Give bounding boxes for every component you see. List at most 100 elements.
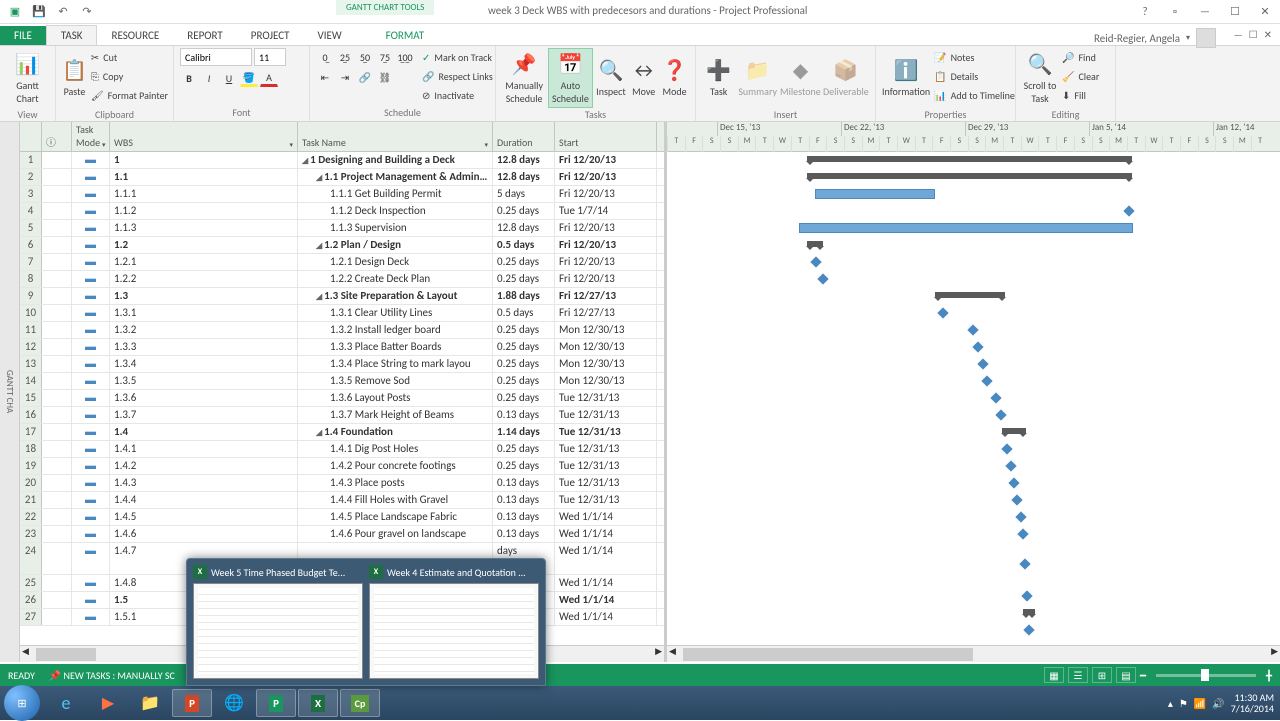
col-mode[interactable]: Task Mode▾ xyxy=(72,122,110,151)
mdi-close[interactable]: ✕ xyxy=(1264,28,1272,41)
tray-up-icon[interactable]: ▴ xyxy=(1168,697,1173,710)
taskbar-project[interactable]: P xyxy=(256,689,296,717)
bold-button[interactable]: B xyxy=(180,69,198,87)
table-row[interactable]: 10▬1.3.11.3.1 Clear Utility Lines0.5 day… xyxy=(20,305,664,322)
table-row[interactable]: 11▬1.3.21.3.2 Install ledger board0.25 d… xyxy=(20,322,664,339)
indent-button[interactable]: ⇥ xyxy=(336,68,354,86)
gbar-25[interactable] xyxy=(1021,590,1032,601)
gbar-12[interactable] xyxy=(972,341,983,352)
table-row[interactable]: 23▬1.4.61.4.6 Pour gravel on landscape0.… xyxy=(20,526,664,543)
auto-schedule-button[interactable]: 📅Auto Schedule xyxy=(548,48,592,108)
col-duration[interactable]: Duration xyxy=(493,122,555,151)
clear-button[interactable]: 🧹Clear xyxy=(1060,67,1101,85)
table-row[interactable]: 17▬1.4◢1.4 Foundation1.14 daysTue 12/31/… xyxy=(20,424,664,441)
gantt-hscrollbar[interactable]: ◀ ▶ xyxy=(667,645,1280,662)
view-gantt-button[interactable]: ▦ xyxy=(1044,667,1064,683)
pct0-button[interactable]: 0̲ xyxy=(316,48,334,66)
save-button[interactable]: 💾 xyxy=(28,1,50,23)
table-row[interactable]: 18▬1.4.11.4.1 Dig Post Holes0.25 daysTue… xyxy=(20,441,664,458)
gbar-summary-6[interactable] xyxy=(807,241,823,247)
format-painter-button[interactable]: 🖌Format Painter xyxy=(89,86,170,104)
inspect-button[interactable]: 🔍Inspect xyxy=(595,48,628,108)
col-wbs[interactable]: WBS▾ xyxy=(110,122,298,151)
table-row[interactable]: 9▬1.3◢1.3 Site Preparation & Layout1.88 … xyxy=(20,288,664,305)
information-button[interactable]: ℹ️Information xyxy=(882,48,930,108)
table-row[interactable]: 15▬1.3.61.3.6 Layout Posts0.25 daysTue 1… xyxy=(20,390,664,407)
taskbar-powerpoint[interactable]: P xyxy=(172,689,212,717)
italic-button[interactable]: I xyxy=(200,69,218,87)
tab-file[interactable]: FILE xyxy=(0,26,46,45)
thumb-item-2[interactable]: XWeek 4 Estimate and Quotation ... xyxy=(369,565,539,679)
col-start[interactable]: Start xyxy=(555,122,657,151)
gbar-5[interactable] xyxy=(799,223,1133,233)
gbar-11[interactable] xyxy=(967,324,978,335)
table-row[interactable]: 4▬1.1.21.1.2 Deck Inspection0.25 daysTue… xyxy=(20,203,664,220)
status-newtasks[interactable]: 📌 NEW TASKS : MANUALLY SC xyxy=(49,669,175,682)
respect-links-button[interactable]: 🔗Respect Links xyxy=(420,67,495,85)
table-row[interactable]: 8▬1.2.21.2.2 Create Deck Plan0.25 daysFr… xyxy=(20,271,664,288)
table-row[interactable]: 16▬1.3.71.3.7 Mark Height of Beams0.13 d… xyxy=(20,407,664,424)
add-timeline-button[interactable]: 📊Add to Timeline xyxy=(932,86,1017,104)
table-row[interactable]: 6▬1.2◢1.2 Plan / Design0.5 daysFri 12/20… xyxy=(20,237,664,254)
scroll-to-task-button[interactable]: 🔍Scroll to Task xyxy=(1022,48,1058,108)
gbar-13[interactable] xyxy=(977,358,988,369)
table-row[interactable]: 14▬1.3.51.3.5 Remove Sod0.25 daysMon 12/… xyxy=(20,373,664,390)
gbar-summary-17[interactable] xyxy=(1002,428,1026,434)
table-row[interactable]: 1▬1◢1 Designing and Building a Deck12.8 … xyxy=(20,152,664,169)
taskbar-captivate[interactable]: Cp xyxy=(340,689,380,717)
manually-schedule-button[interactable]: 📌Manually Schedule xyxy=(502,48,546,108)
gbar-21[interactable] xyxy=(1011,494,1022,505)
copy-button[interactable]: ⎘Copy xyxy=(89,67,170,85)
col-info[interactable]: ⓘ xyxy=(42,122,72,151)
summary-button[interactable]: 📁Summary xyxy=(737,48,778,108)
gbar-16[interactable] xyxy=(995,409,1006,420)
gbar-23[interactable] xyxy=(1017,528,1028,539)
gbar-8[interactable] xyxy=(817,273,828,284)
task-button[interactable]: ➕Task xyxy=(702,48,735,108)
view-calendar-button[interactable]: ▤ xyxy=(1116,667,1136,683)
gbar-summary-1[interactable] xyxy=(807,156,1132,162)
pct25-button[interactable]: 2̲5 xyxy=(336,48,354,66)
table-row[interactable]: 7▬1.2.11.2.1 Design Deck0.25 daysFri 12/… xyxy=(20,254,664,271)
project-icon[interactable]: ▣ xyxy=(4,1,26,23)
gbar-3[interactable] xyxy=(815,189,935,199)
deliverable-button[interactable]: 📦Deliverable xyxy=(823,48,869,108)
details-button[interactable]: 📋Details xyxy=(932,67,1017,85)
pct50-button[interactable]: 5̲0 xyxy=(356,48,374,66)
help-button[interactable]: ? xyxy=(1130,0,1160,22)
tab-task[interactable]: TASK xyxy=(46,25,98,45)
gbar-24[interactable] xyxy=(1019,558,1030,569)
tab-resource[interactable]: RESOURCE xyxy=(97,26,173,45)
unlink-button[interactable]: ⛓ xyxy=(376,68,394,86)
close-button[interactable]: ✕ xyxy=(1250,0,1280,22)
gbar-27[interactable] xyxy=(1023,624,1034,635)
mdi-minimize[interactable]: — xyxy=(1234,28,1243,41)
tray-clock[interactable]: 11:30 AM7/16/2014 xyxy=(1231,692,1274,714)
gbar-summary-9[interactable] xyxy=(935,292,1005,298)
mdi-restore[interactable]: ☐ xyxy=(1249,28,1258,41)
taskbar-chrome[interactable]: 🌐 xyxy=(214,689,254,717)
find-button[interactable]: 🔎Find xyxy=(1060,48,1101,66)
gbar-19[interactable] xyxy=(1005,460,1016,471)
table-row[interactable]: 13▬1.3.41.3.4 Place String to mark layou… xyxy=(20,356,664,373)
table-row[interactable]: 19▬1.4.21.4.2 Pour concrete footings0.25… xyxy=(20,458,664,475)
gantt-chart-button[interactable]: 📊Gantt Chart xyxy=(6,48,49,108)
tab-view[interactable]: VIEW xyxy=(303,26,355,45)
start-button[interactable]: ⊞ xyxy=(4,685,40,721)
tray-flag-icon[interactable]: ⚑ xyxy=(1179,697,1188,710)
table-row[interactable]: 12▬1.3.31.3.3 Place Batter Boards0.25 da… xyxy=(20,339,664,356)
outdent-button[interactable]: ⇤ xyxy=(316,68,334,86)
col-name[interactable]: Task Name▾ xyxy=(298,122,493,151)
mode-button[interactable]: ❓Mode xyxy=(660,48,689,108)
gbar-summary-2[interactable] xyxy=(807,173,1132,179)
cut-button[interactable]: ✂Cut xyxy=(89,48,170,66)
restore-button[interactable]: ▫ xyxy=(1160,0,1190,22)
bgcolor-button[interactable]: 🪣 xyxy=(240,69,258,87)
fontcolor-button[interactable]: A xyxy=(260,69,278,87)
taskbar-explorer[interactable]: 📁 xyxy=(130,689,170,717)
zoom-out-button[interactable]: ━ xyxy=(1140,669,1146,682)
notes-button[interactable]: 📝Notes xyxy=(932,48,1017,66)
gantt-body[interactable] xyxy=(667,152,1280,662)
system-tray[interactable]: ▴ ⚑ 📶 🔊 11:30 AM7/16/2014 xyxy=(1168,692,1274,714)
pct100-button[interactable]: 1̲0̲0 xyxy=(396,48,414,66)
